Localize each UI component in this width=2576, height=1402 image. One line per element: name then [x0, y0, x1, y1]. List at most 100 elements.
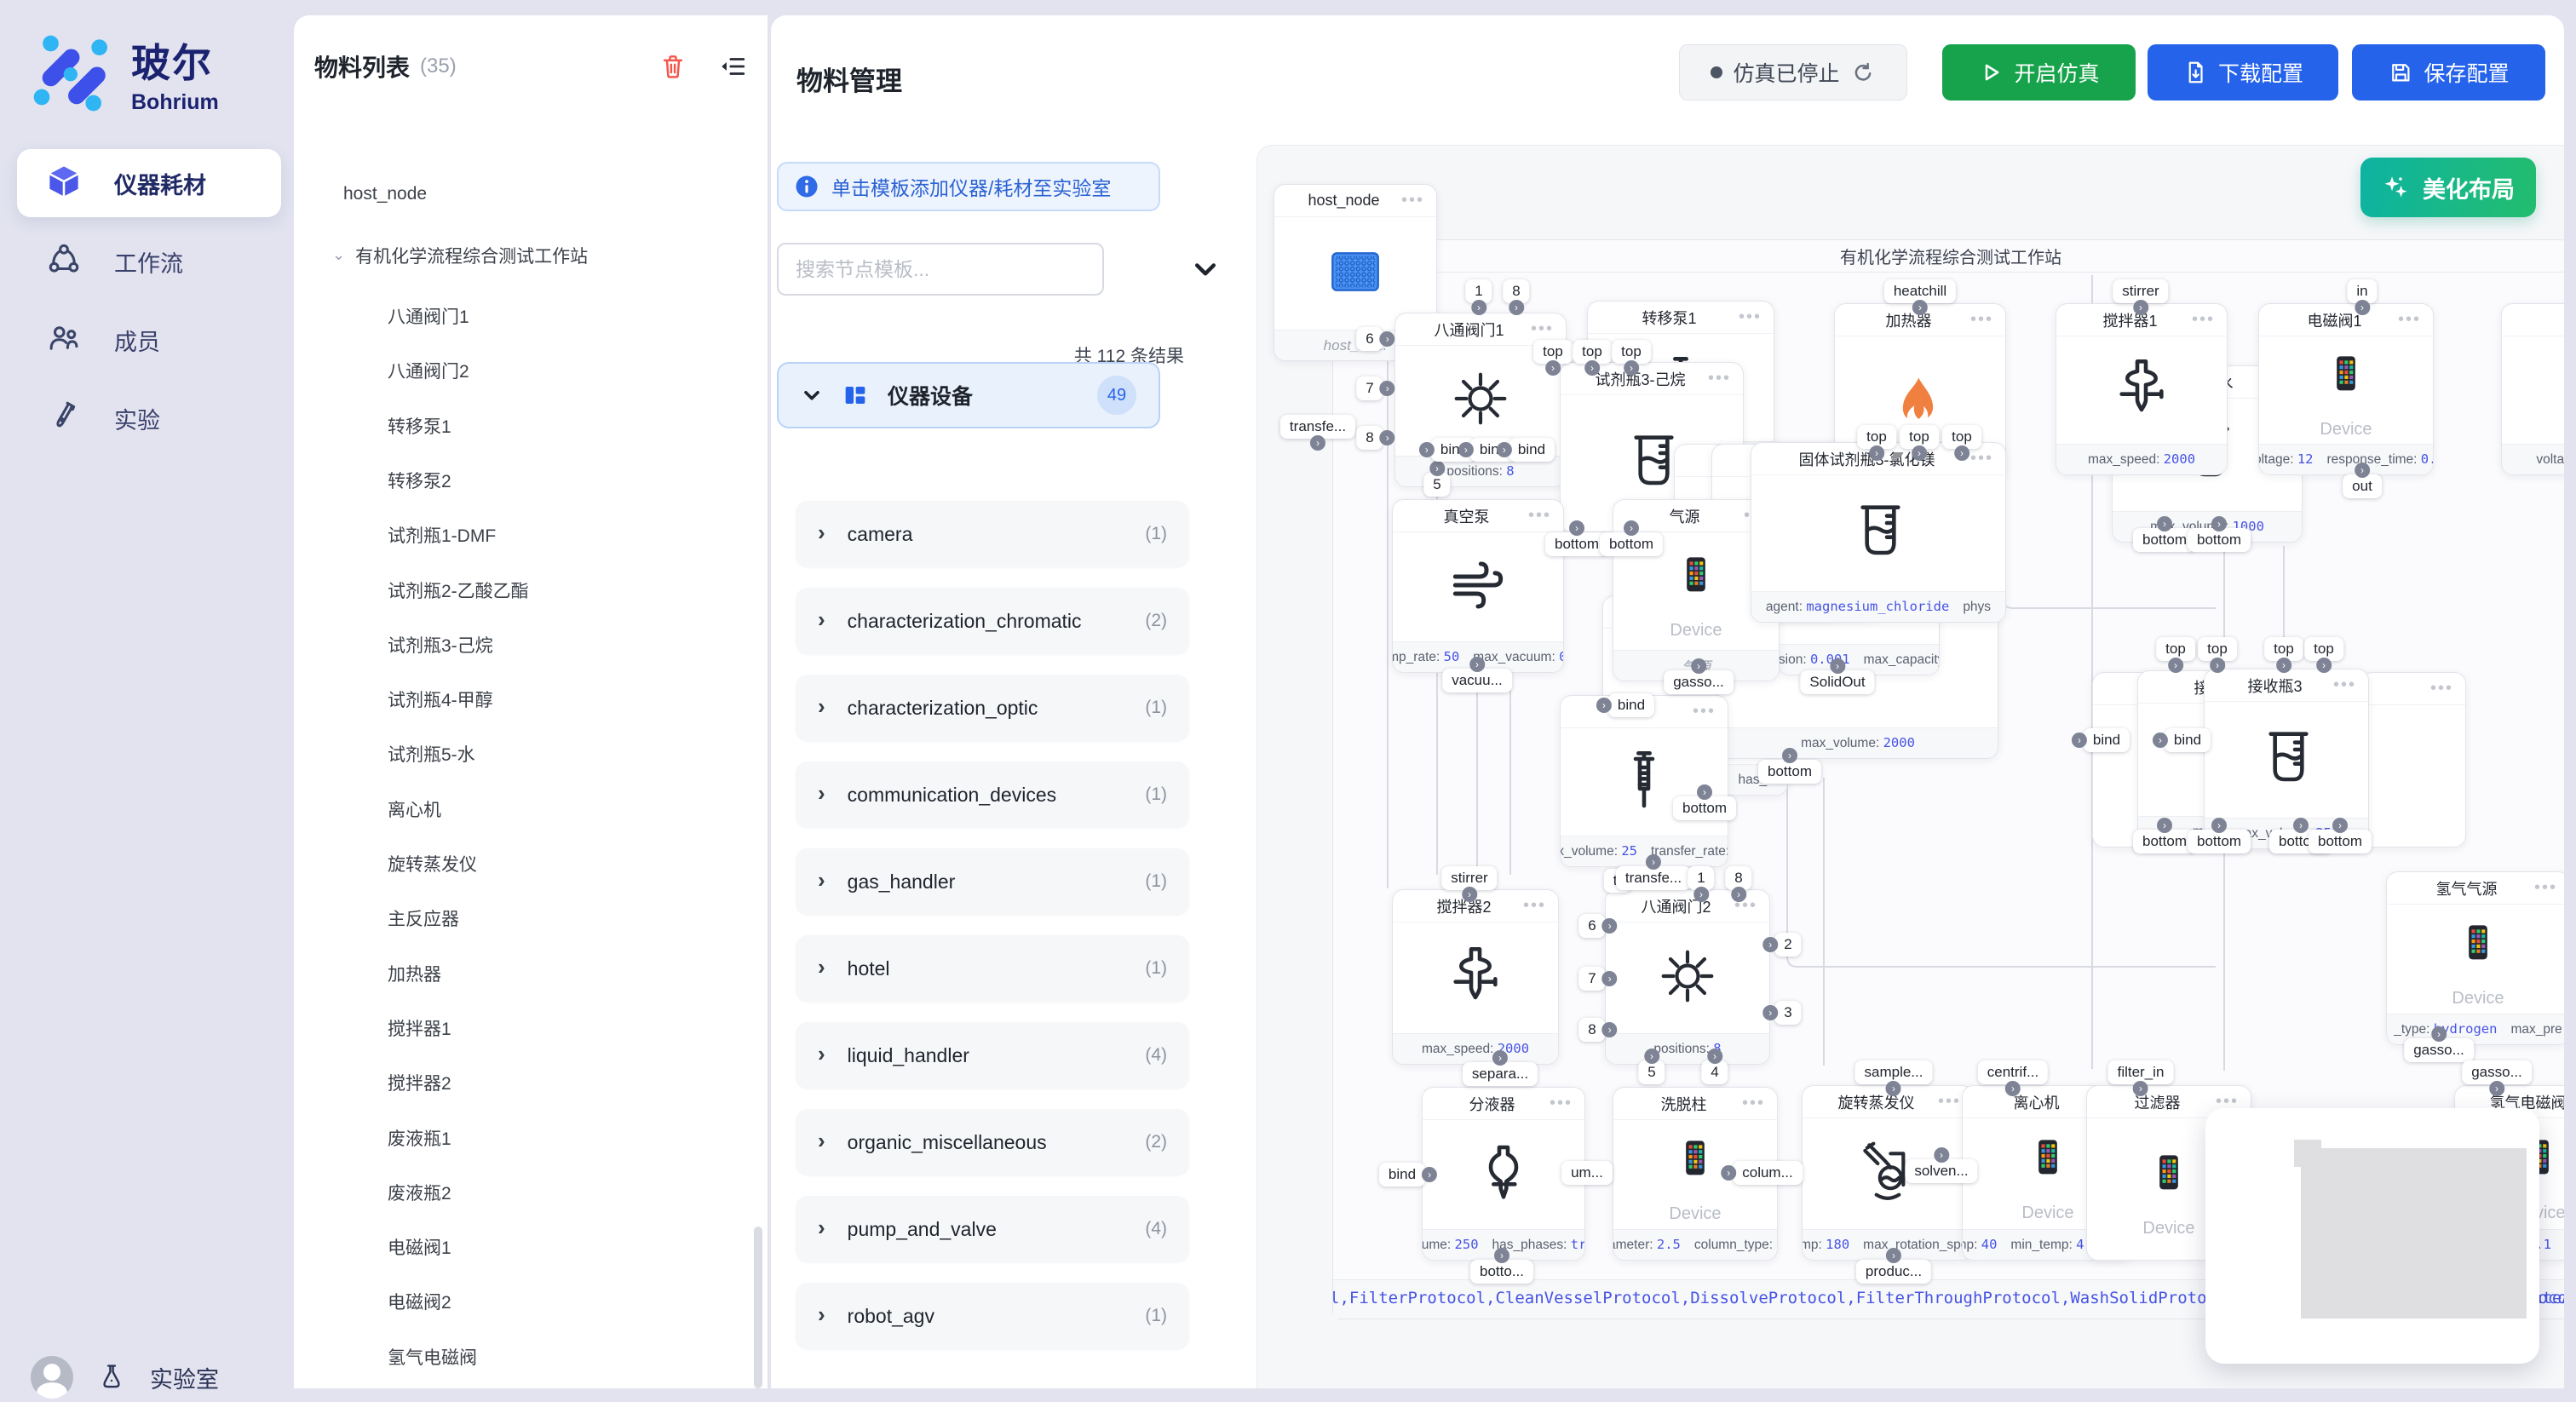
tree-item[interactable]: 转移泵2 — [388, 468, 451, 493]
port-label-bottom[interactable]: bottom› — [1673, 796, 1736, 820]
port-dot-icon[interactable]: › — [1697, 784, 1712, 800]
tree-item[interactable]: 八通阀门1 — [388, 303, 469, 329]
port-label-top[interactable]: top› — [1612, 340, 1651, 364]
trash-icon[interactable] — [658, 52, 687, 81]
port-label-6[interactable]: 6› — [1578, 914, 1605, 938]
save-config-button[interactable]: 保存配置 — [2352, 44, 2545, 101]
port-dot-icon[interactable]: › — [1912, 445, 1927, 461]
refresh-icon[interactable] — [1850, 60, 1876, 85]
node-menu-icon[interactable]: ••• — [1401, 191, 1424, 210]
port-label-2[interactable]: 2› — [1774, 933, 1801, 957]
port-dot-icon[interactable]: › — [2153, 733, 2168, 748]
port-label-top[interactable]: top› — [2264, 637, 2303, 661]
search-input[interactable] — [777, 243, 1104, 296]
port-dot-icon[interactable]: › — [2072, 733, 2087, 748]
port-dot-icon[interactable]: › — [1731, 887, 1746, 902]
node-menu-icon[interactable]: ••• — [1708, 369, 1731, 388]
port-label-top[interactable]: top› — [2304, 637, 2343, 661]
port-label-heatchill[interactable]: heatchill› — [1884, 279, 1956, 303]
port-label-7[interactable]: 7› — [1578, 967, 1605, 991]
node-menu-icon[interactable]: ••• — [1550, 1094, 1573, 1113]
node-menu-icon[interactable]: ••• — [1739, 307, 1762, 327]
node-真空泵[interactable]: 真空泵•••pump_rate: 50max_vacuum: 0.1 — [1392, 499, 1564, 673]
port-dot-icon[interactable]: › — [1380, 381, 1395, 396]
tree-item[interactable]: host_node — [343, 184, 427, 204]
tree-item[interactable]: 试剂瓶5-水 — [388, 741, 475, 767]
port-dot-icon[interactable]: › — [1934, 1147, 1949, 1163]
port-dot-icon[interactable]: › — [1886, 1248, 1901, 1263]
port-dot-icon[interactable]: › — [1569, 520, 1584, 536]
port-label-gasso...[interactable]: gasso...› — [2462, 1060, 2532, 1084]
port-dot-icon[interactable]: › — [1691, 658, 1706, 674]
minimap[interactable] — [2205, 1108, 2539, 1364]
port-label-vacuu...[interactable]: vacuu...› — [1442, 669, 1512, 692]
port-dot-icon[interactable]: › — [2316, 658, 2332, 673]
port-dot-icon[interactable]: › — [2355, 300, 2370, 315]
node-menu-icon[interactable]: ••• — [1970, 449, 1993, 468]
chevron-down-icon[interactable]: ⌄ — [332, 246, 345, 264]
tree-item[interactable]: 试剂瓶1-DMF — [388, 522, 496, 548]
port-label-top[interactable]: top› — [1942, 425, 1981, 449]
port-dot-icon[interactable]: › — [1886, 1081, 1901, 1096]
port-dot-icon[interactable]: › — [2355, 463, 2370, 478]
port-label-sample...[interactable]: sample...› — [1855, 1060, 1933, 1084]
graph-canvas[interactable]: 有机化学流程综合测试工作站 l,FilterProtocol,CleanVess… — [1256, 145, 2564, 1388]
node-menu-icon[interactable]: ••• — [1970, 310, 1993, 330]
category-gas_handler[interactable]: ›gas_handler(1) — [796, 848, 1189, 915]
tree-item[interactable]: 转移泵1 — [388, 413, 451, 439]
port-dot-icon[interactable]: › — [1602, 918, 1618, 934]
port-label-separa...[interactable]: separa...› — [1463, 1062, 1538, 1086]
port-label-bind[interactable]: bind› — [2165, 728, 2211, 752]
port-label-solven...[interactable]: solven...› — [1905, 1159, 1977, 1183]
node-氢气气源[interactable]: 氢气气源•••Device_type: hydrogenmax_pre — [2386, 871, 2564, 1045]
port-label-bottom[interactable]: bottom› — [2188, 528, 2251, 552]
port-label-bind[interactable]: bind› — [1379, 1163, 1425, 1187]
port-dot-icon[interactable]: › — [1912, 300, 1928, 315]
chevron-down-icon[interactable] — [1190, 254, 1221, 284]
tree-item[interactable]: 旋转蒸发仪 — [388, 851, 477, 876]
avatar[interactable] — [31, 1356, 73, 1399]
beautify-layout-button[interactable]: 美化布局 — [2360, 158, 2536, 217]
port-dot-icon[interactable]: › — [1602, 971, 1618, 986]
tree-item[interactable]: 试剂瓶3-己烷 — [388, 632, 493, 658]
port-label-bottom[interactable]: bottom› — [2133, 528, 2196, 552]
port-dot-icon[interactable]: › — [2293, 818, 2309, 833]
port-dot-icon[interactable]: › — [1596, 698, 1612, 713]
tree-item[interactable]: 试剂瓶2-乙酸乙酯 — [388, 577, 529, 603]
port-label-stirrer[interactable]: stirrer› — [1441, 866, 1497, 890]
port-label-colum...[interactable]: colum...› — [1733, 1161, 1803, 1185]
tree-item[interactable]: 加热器 — [388, 961, 441, 986]
port-label-out[interactable]: out› — [2343, 474, 2382, 498]
port-label-top[interactable]: top› — [1573, 340, 1612, 364]
port-dot-icon[interactable]: › — [2431, 1026, 2447, 1042]
start-simulation-button[interactable]: 开启仿真 — [1942, 44, 2136, 101]
port-label-bottom[interactable]: bottom› — [2188, 830, 2251, 853]
port-label-8[interactable]: 8› — [1725, 866, 1751, 890]
port-dot-icon[interactable]: › — [1693, 887, 1709, 902]
port-dot-icon[interactable]: › — [2489, 1081, 2504, 1096]
port-label-6[interactable]: 6› — [1356, 327, 1383, 351]
port-dot-icon[interactable]: › — [2210, 658, 2225, 673]
port-label-bind[interactable]: bind› — [2084, 728, 2130, 752]
node-menu-icon[interactable]: ••• — [2534, 878, 2557, 898]
port-dot-icon[interactable]: › — [2005, 1081, 2021, 1096]
node-menu-icon[interactable]: ••• — [1938, 1092, 1961, 1112]
tree-item[interactable]: 搅拌器2 — [388, 1070, 451, 1095]
port-dot-icon[interactable]: › — [1707, 1049, 1722, 1064]
collapse-panel-icon[interactable] — [718, 52, 747, 81]
port-label-um...[interactable]: um... — [1561, 1161, 1613, 1185]
tree-item[interactable]: 氢气电磁阀 — [388, 1344, 477, 1370]
port-label-gasso...[interactable]: gasso...› — [1664, 670, 1734, 694]
sidebar-item-实验[interactable]: 实验 — [17, 384, 281, 452]
port-dot-icon[interactable]: › — [1494, 1248, 1509, 1263]
port-label-in[interactable]: in› — [2347, 279, 2377, 303]
category-camera[interactable]: ›camera(1) — [796, 501, 1189, 567]
node-menu-icon[interactable]: ••• — [2192, 310, 2215, 330]
port-dot-icon[interactable]: › — [1422, 1167, 1437, 1182]
port-dot-icon[interactable]: › — [1462, 887, 1477, 902]
port-label-8[interactable]: 8› — [1503, 279, 1529, 303]
sidebar-item-成员[interactable]: 成员 — [17, 306, 281, 374]
node-menu-icon[interactable]: ••• — [1528, 506, 1551, 526]
node-menu-icon[interactable]: ••• — [1531, 319, 1554, 339]
port-dot-icon[interactable]: › — [1721, 1165, 1736, 1181]
